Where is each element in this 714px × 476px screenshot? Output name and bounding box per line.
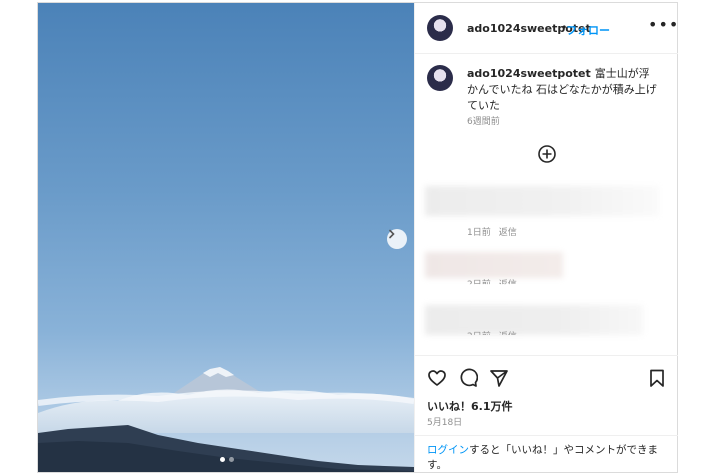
follow-button[interactable]: フォロー: [566, 22, 610, 38]
post-header: ado1024sweetpotet • フォロー •••: [415, 3, 678, 54]
post-caption: ado1024sweetpotet 富士山が浮かんでいたね 石はどなたかが積み上げ…: [467, 66, 657, 114]
add-circle-icon[interactable]: [537, 144, 557, 164]
comment-time: 2日前: [467, 332, 491, 342]
blurred-comment: [425, 252, 563, 278]
post-time-ago[interactable]: 6週間前: [467, 114, 500, 127]
comment-icon[interactable]: [458, 368, 478, 388]
carousel-indicator: [220, 457, 234, 462]
mount-fuji-landscape: [38, 367, 414, 472]
carousel-dot: [229, 457, 234, 462]
caption-avatar[interactable]: [427, 65, 453, 91]
comment-time: 2日前: [467, 280, 491, 290]
reply-button[interactable]: 返信: [499, 332, 517, 335]
post-sidebar: ado1024sweetpotet • フォロー ••• ado1024swee…: [414, 3, 678, 472]
bookmark-icon[interactable]: [647, 368, 667, 388]
share-icon[interactable]: [489, 368, 509, 388]
blurred-comment: [425, 305, 643, 335]
heart-icon[interactable]: [427, 368, 447, 388]
reply-button[interactable]: 返信: [499, 280, 517, 284]
more-icon[interactable]: •••: [648, 15, 679, 34]
like-count[interactable]: いいね！6.1万件: [427, 398, 513, 414]
caption-username[interactable]: ado1024sweetpotet: [467, 67, 591, 80]
comment-meta: 2日前 返信: [467, 277, 525, 290]
post-date[interactable]: 5月18日: [427, 415, 462, 428]
comment-meta: 1日前 返信: [467, 225, 525, 238]
login-link[interactable]: ログイン: [427, 444, 469, 456]
login-prompt: ログインすると「いいね！」やコメントができます。: [427, 443, 662, 473]
reply-button[interactable]: 返信: [499, 228, 517, 238]
post-photo[interactable]: [38, 3, 414, 472]
post-modal: ado1024sweetpotet • フォロー ••• ado1024swee…: [37, 2, 678, 473]
avatar[interactable]: [427, 15, 453, 41]
carousel-next-button[interactable]: [387, 229, 407, 249]
comment-meta: 2日前 返信: [467, 329, 525, 342]
carousel-dot-active: [220, 457, 225, 462]
blurred-comment: [425, 186, 659, 216]
comment-time: 1日前: [467, 228, 491, 238]
chevron-right-icon: [389, 229, 395, 239]
